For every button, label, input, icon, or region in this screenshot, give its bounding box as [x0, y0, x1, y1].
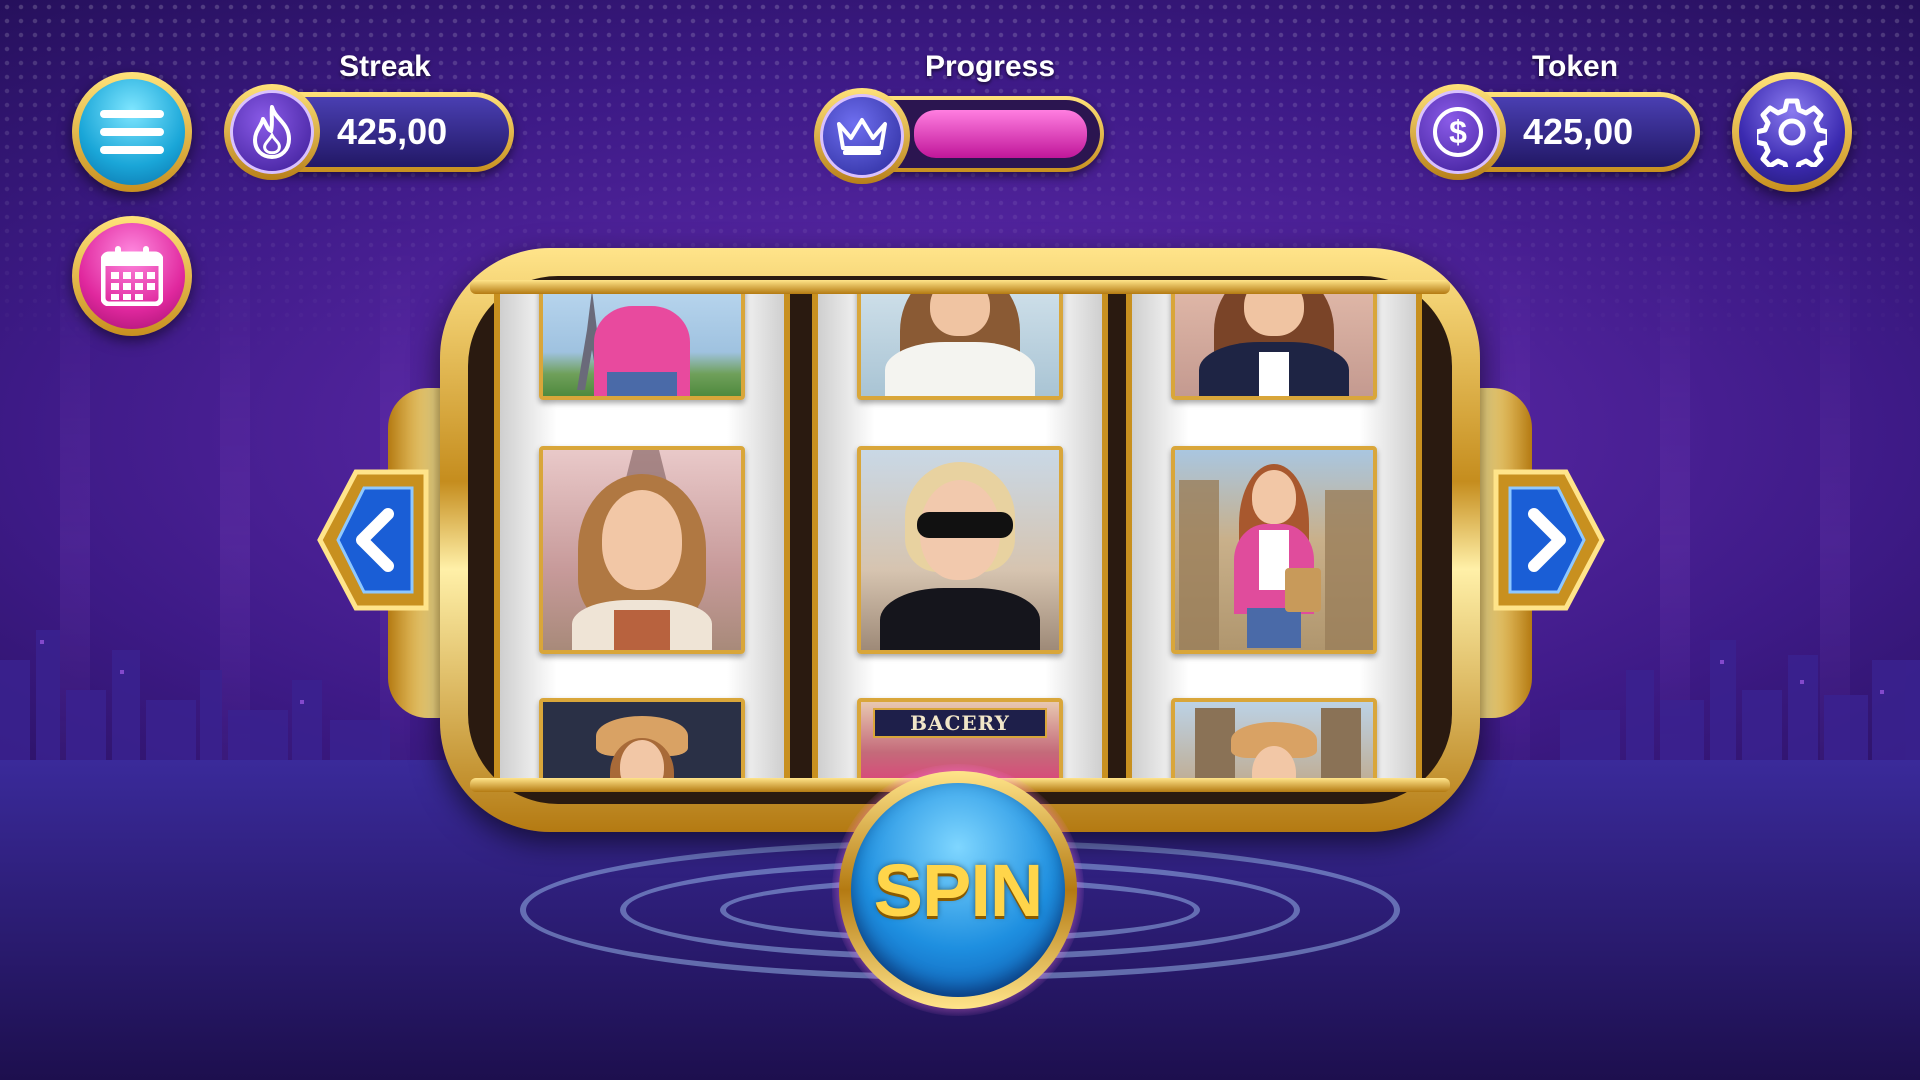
token-counter: 425,00 $: [1410, 84, 1700, 180]
calendar-icon: [101, 246, 163, 306]
reel-tile: [1171, 446, 1377, 654]
reel-frame-top: [470, 280, 1450, 294]
streak-counter: 425,00: [224, 84, 514, 180]
bakery-sign: BACERY: [873, 708, 1047, 738]
token-badge: $: [1410, 84, 1506, 180]
dollar-coin-icon: $: [1433, 107, 1483, 157]
reel-tile: [1171, 698, 1377, 780]
progress-fill: [914, 110, 1087, 158]
next-button[interactable]: [1486, 468, 1606, 612]
reel-2: BACERY: [812, 292, 1108, 780]
progress-label: Progress: [924, 50, 1056, 83]
reel-3: [1126, 292, 1422, 780]
token-label: Token: [1531, 50, 1619, 83]
streak-badge: [224, 84, 320, 180]
streak-label: Streak: [339, 50, 431, 83]
progress-bar: [814, 88, 1104, 184]
spin-label: SPIN: [873, 848, 1044, 932]
reel-1: [494, 292, 790, 780]
crown-icon: [837, 118, 887, 155]
reel-tile: [1171, 292, 1377, 400]
previous-button[interactable]: [316, 468, 436, 612]
spin-button[interactable]: SPIN: [832, 764, 1084, 1016]
progress-badge: [814, 88, 910, 184]
hamburger-menu-icon: [100, 110, 164, 154]
reel-tile: [857, 446, 1063, 654]
reel-tile: [857, 292, 1063, 400]
settings-button[interactable]: [1732, 72, 1852, 192]
reel-tile: [539, 446, 745, 654]
reel-tile: [539, 292, 745, 400]
svg-text:$: $: [1449, 114, 1467, 150]
menu-button[interactable]: [72, 72, 192, 192]
flame-icon: [253, 105, 291, 159]
reel-tile: [539, 698, 745, 780]
gear-icon: [1757, 98, 1827, 167]
calendar-button[interactable]: [72, 216, 192, 336]
